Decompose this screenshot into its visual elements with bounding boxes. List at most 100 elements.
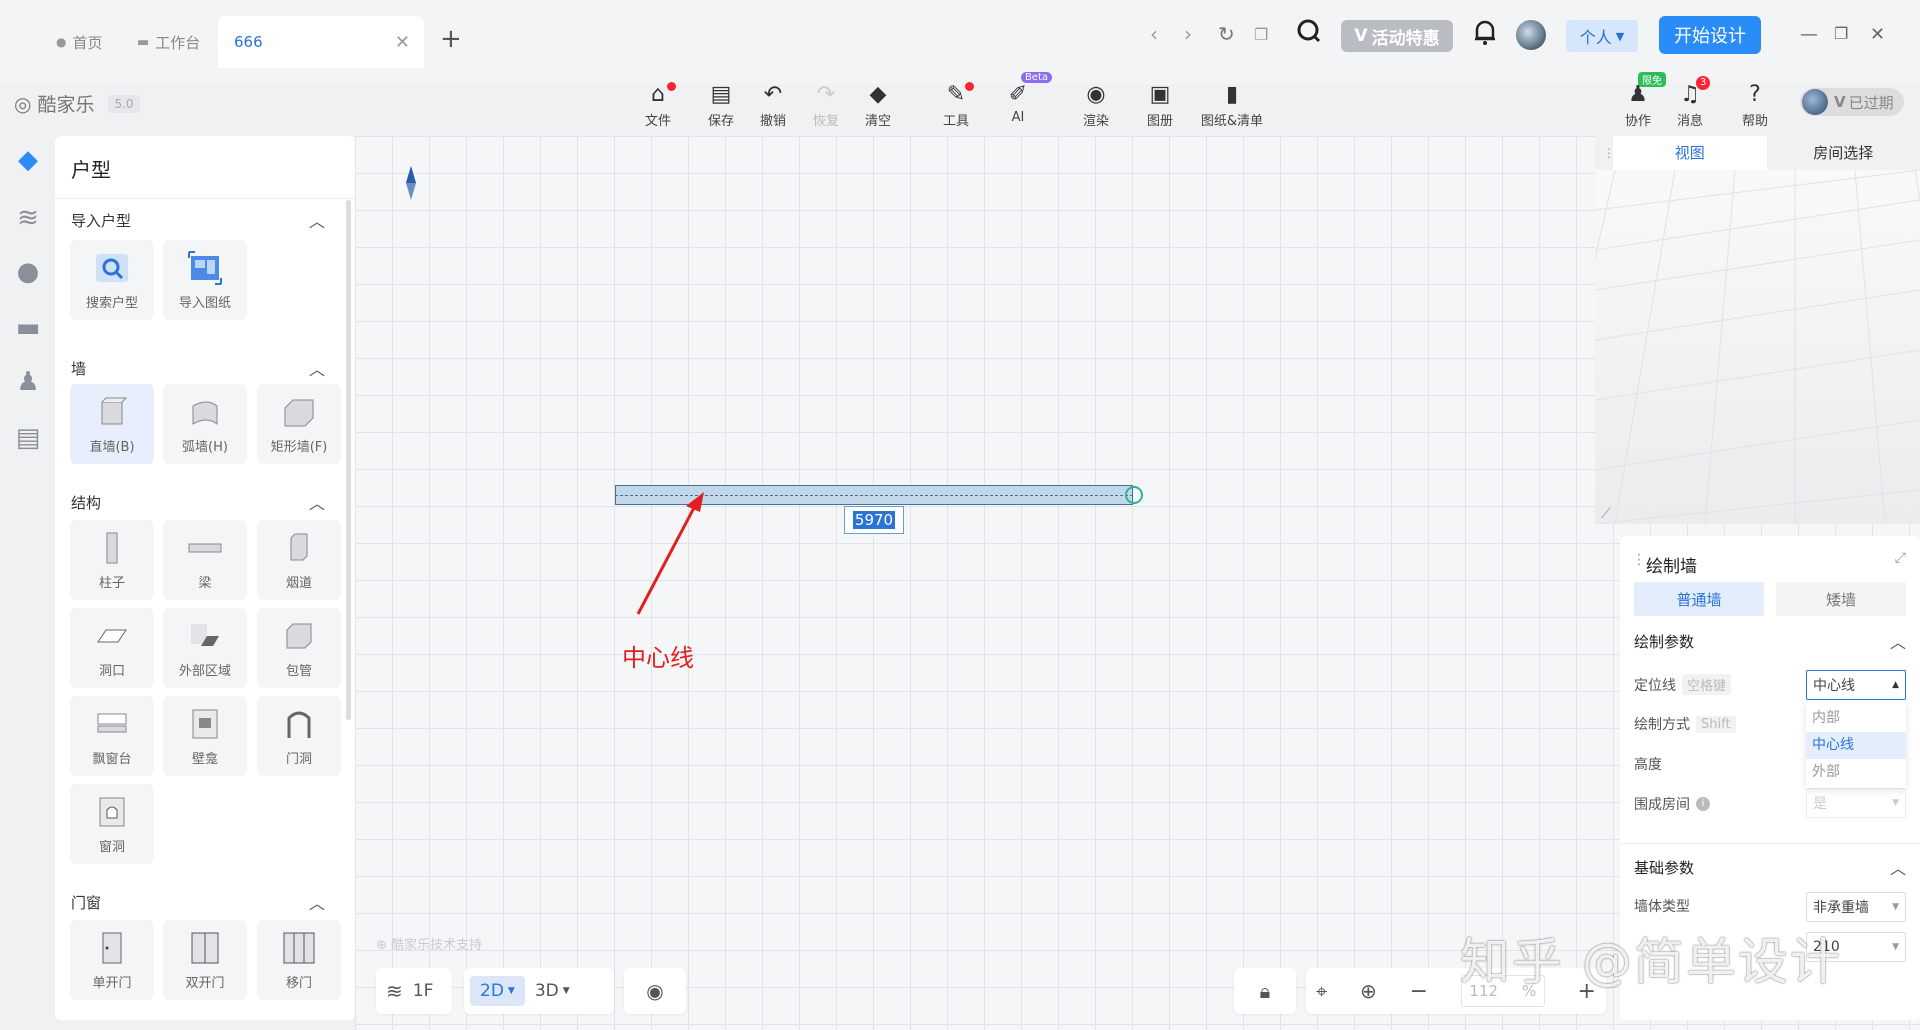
- resize-handle-icon[interactable]: ⟋: [1601, 506, 1611, 522]
- tech-support-label: 酷家乐技术支持: [391, 938, 483, 953]
- card-label: 弧墙(H): [182, 440, 228, 455]
- search-icon[interactable]: [1296, 18, 1322, 49]
- layers-category-icon[interactable]: ≋: [12, 202, 44, 234]
- chevron-up-icon[interactable]: ︿: [1890, 629, 1906, 653]
- position-line-select[interactable]: 中心线 ▲: [1806, 670, 1906, 700]
- panel-scrollbar[interactable]: [346, 200, 351, 720]
- refresh-icon[interactable]: ↻: [1218, 22, 1235, 46]
- opening-card[interactable]: 洞口: [70, 608, 154, 688]
- copy-window-icon[interactable]: ❐: [1254, 25, 1268, 44]
- lock-button[interactable]: 🔒︎: [1234, 968, 1296, 1014]
- tab-home[interactable]: ● 首页: [56, 22, 103, 62]
- tab-workbench[interactable]: ▬ 工作台: [137, 22, 200, 62]
- door-opening-card[interactable]: 门洞: [257, 696, 341, 776]
- bay-window-card[interactable]: 飘窗台: [70, 696, 154, 776]
- tab-view[interactable]: 视图: [1613, 136, 1767, 170]
- redo-button[interactable]: ↷ 恢复: [798, 80, 854, 129]
- messages-button[interactable]: ♫ 3 消息: [1662, 76, 1718, 129]
- sliding-door-card[interactable]: 移门: [257, 920, 341, 1000]
- tools-menu-button[interactable]: ✎ 工具: [928, 80, 984, 129]
- wall-type-select[interactable]: 非承重墙 ▼: [1806, 892, 1906, 922]
- view-2d-button[interactable]: 2D ▼: [470, 976, 525, 1006]
- account-type-dropdown[interactable]: 个人 ▼: [1566, 20, 1638, 52]
- zoom-region-icon[interactable]: ⊕: [1360, 979, 1377, 1003]
- minimize-icon[interactable]: —: [1800, 24, 1818, 45]
- view-3d-button[interactable]: 3D ▼: [525, 981, 580, 1001]
- album-button[interactable]: ▣ 图册: [1132, 80, 1188, 129]
- pipe-wrap-card[interactable]: 包管: [257, 608, 341, 688]
- outer-area-card[interactable]: 外部区域: [163, 608, 247, 688]
- zhihu-watermark: 知乎 @简单设计: [1460, 933, 1842, 991]
- bell-icon[interactable]: [1473, 18, 1497, 51]
- wall-endpoint-handle[interactable]: [1125, 486, 1143, 504]
- niche-card[interactable]: 壁龛: [163, 696, 247, 776]
- drag-handle-icon[interactable]: ⋮: [1595, 136, 1615, 170]
- normal-wall-tab[interactable]: 普通墙: [1634, 582, 1764, 616]
- person-category-icon[interactable]: ♟: [12, 366, 44, 398]
- promo-button[interactable]: V 活动特惠: [1341, 20, 1453, 52]
- floorplan-category-icon[interactable]: ◆: [12, 144, 44, 176]
- chevron-up-icon[interactable]: ︿: [309, 890, 325, 914]
- tech-support-text: ⊕ 酷家乐技术支持: [376, 938, 483, 953]
- render-menu-button[interactable]: ◉ 渲染: [1068, 80, 1124, 129]
- file-menu-button[interactable]: ⌂ 文件: [630, 80, 686, 129]
- enclose-room-select[interactable]: 是 ▼: [1806, 788, 1906, 818]
- close-window-icon[interactable]: ✕: [1870, 24, 1885, 45]
- ai-menu-button[interactable]: ✐ Beta AI: [990, 72, 1052, 125]
- straight-wall-card[interactable]: 直墙(B): [70, 384, 154, 464]
- floor-selector[interactable]: ≋ 1F: [376, 968, 452, 1014]
- flue-card[interactable]: 烟道: [257, 520, 341, 600]
- tab-project[interactable]: 666 ✕: [218, 16, 424, 68]
- restore-icon[interactable]: ❐: [1834, 24, 1848, 43]
- card-label: 窗洞: [98, 840, 125, 855]
- option-center[interactable]: 中心线: [1806, 732, 1906, 759]
- lightbulb-category-icon[interactable]: ●: [12, 256, 44, 288]
- divider: [55, 198, 355, 199]
- membership-status[interactable]: V 已过期: [1800, 88, 1904, 116]
- option-inside[interactable]: 内部: [1806, 705, 1906, 732]
- chevron-up-icon[interactable]: ︿: [309, 490, 325, 514]
- search-floorplan-card[interactable]: 搜索户型: [70, 240, 154, 320]
- card-label: 烟道: [285, 576, 312, 591]
- column-card[interactable]: 柱子: [70, 520, 154, 600]
- notification-dot: [965, 82, 974, 91]
- beam-card[interactable]: 梁: [163, 520, 247, 600]
- drag-handle-icon[interactable]: ⋮: [1632, 552, 1646, 568]
- expand-icon[interactable]: ⤢: [1895, 550, 1906, 566]
- 3d-preview-viewport[interactable]: [1595, 169, 1920, 524]
- chevron-up-icon[interactable]: ︿: [1890, 855, 1906, 879]
- add-tab-icon[interactable]: +: [440, 24, 462, 54]
- help-button[interactable]: ? 帮助: [1727, 80, 1783, 129]
- dimension-input[interactable]: 5970: [844, 506, 904, 534]
- user-avatar[interactable]: [1516, 20, 1546, 50]
- zoom-out-icon[interactable]: −: [1410, 979, 1428, 1004]
- forward-icon[interactable]: ›: [1184, 22, 1192, 46]
- enclose-room-row: 围成房间 i: [1634, 794, 1710, 814]
- back-icon[interactable]: ‹: [1150, 22, 1158, 46]
- tab-room-select[interactable]: 房间选择: [1767, 136, 1920, 170]
- option-outside[interactable]: 外部: [1806, 759, 1906, 786]
- cabinet-category-icon[interactable]: ▤: [12, 422, 44, 454]
- window-opening-card[interactable]: 窗洞: [70, 784, 154, 864]
- arc-wall-card[interactable]: 弧墙(H): [163, 384, 247, 464]
- single-door-card[interactable]: 单开门: [70, 920, 154, 1000]
- clear-button[interactable]: ◆ 清空: [850, 80, 906, 129]
- start-design-button[interactable]: 开始设计: [1659, 16, 1761, 54]
- undo-button[interactable]: ↶ 撤销: [745, 80, 801, 129]
- visibility-button[interactable]: ◉: [624, 968, 686, 1014]
- close-icon[interactable]: ✕: [395, 32, 410, 53]
- fit-view-icon[interactable]: ⌖: [1316, 979, 1327, 1003]
- drawings-menu-button[interactable]: ▮ 图纸&清单: [1197, 80, 1267, 129]
- import-drawing-card[interactable]: 导入图纸: [163, 240, 247, 320]
- info-icon[interactable]: i: [1696, 797, 1710, 811]
- rect-wall-card[interactable]: 矩形墙(F): [257, 384, 341, 464]
- save-button[interactable]: ▤ 保存: [693, 80, 749, 129]
- bay-window-icon: [97, 713, 127, 733]
- double-door-card[interactable]: 双开门: [163, 920, 247, 1000]
- chevron-up-icon[interactable]: ︿: [309, 356, 325, 380]
- chevron-up-icon[interactable]: ︿: [309, 208, 325, 232]
- collab-button[interactable]: ♟ 限免 协作: [1610, 72, 1666, 129]
- low-wall-tab[interactable]: 矮墙: [1776, 582, 1906, 616]
- avatar: [1802, 89, 1828, 115]
- sofa-category-icon[interactable]: ▬: [12, 312, 44, 344]
